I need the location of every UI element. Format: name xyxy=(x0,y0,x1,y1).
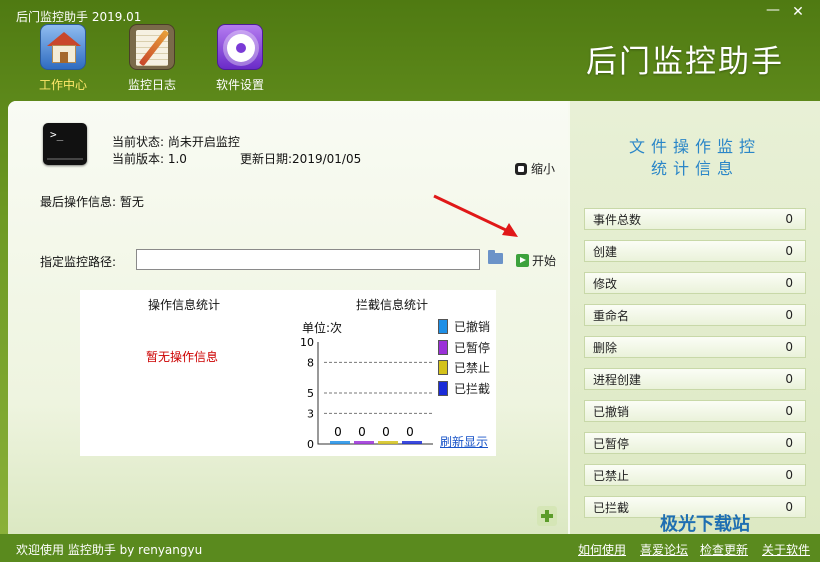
toolbar-monitor-log[interactable]: 监控日志 xyxy=(117,24,187,93)
terminal-icon: >_ xyxy=(43,123,87,165)
bar-value-label: 0 xyxy=(382,425,390,439)
minimize-view-icon xyxy=(515,162,527,175)
block-stats-chart: 0 3 5 8 10 0 0 0 0 xyxy=(300,336,433,451)
stat-label: 已撤销 xyxy=(593,404,630,419)
stat-value: 0 xyxy=(785,436,793,450)
stat-row: 重命名 0 xyxy=(584,304,806,326)
stat-value: 0 xyxy=(785,276,793,290)
y-tick-label: 8 xyxy=(307,356,314,369)
stat-row: 已暂停 0 xyxy=(584,432,806,454)
add-icon[interactable] xyxy=(537,506,557,526)
current-version: 当前版本: 1.0 xyxy=(112,152,187,166)
window-title: 后门监控助手 2019.01 xyxy=(16,10,142,24)
toolbar-label: 监控日志 xyxy=(127,78,176,92)
stat-label: 创建 xyxy=(593,244,618,259)
monitor-path-input[interactable] xyxy=(136,249,480,270)
minimize-view-label: 缩小 xyxy=(531,162,556,176)
bar-value-label: 0 xyxy=(334,425,342,439)
link-how-to-use[interactable]: 如何使用 xyxy=(578,541,626,558)
no-operation-text: 暂无操作信息 xyxy=(146,350,219,364)
legend-swatch xyxy=(438,381,448,396)
update-date: 更新日期:2019/01/05 xyxy=(240,152,362,166)
minimize-button[interactable]: — xyxy=(762,2,784,18)
stat-value: 0 xyxy=(785,340,793,354)
legend-item: 已暂停 xyxy=(438,339,490,356)
log-icon xyxy=(129,24,175,70)
path-label: 指定监控路径: xyxy=(40,255,117,269)
right-panel-title: 文件操作监控 统计信息 xyxy=(570,136,820,180)
folder-icon[interactable] xyxy=(488,250,503,264)
y-tick-label: 5 xyxy=(307,387,314,400)
bar-value-label: 0 xyxy=(358,425,366,439)
right-title-line1: 文件操作监控 xyxy=(628,137,761,156)
stat-value: 0 xyxy=(785,404,793,418)
stat-value: 0 xyxy=(785,212,793,226)
toolbar-label: 工作中心 xyxy=(38,78,87,92)
legend-label: 已暂停 xyxy=(454,341,491,355)
legend-item: 已拦截 xyxy=(438,380,490,397)
minimize-view-button[interactable]: 缩小 xyxy=(515,160,555,177)
toolbar-work-center[interactable]: 工作中心 xyxy=(28,24,98,93)
y-tick-label: 3 xyxy=(307,407,314,420)
stat-label: 进程创建 xyxy=(593,372,642,387)
stat-value: 0 xyxy=(785,244,793,258)
stat-row: 进程创建 0 xyxy=(584,368,806,390)
stat-label: 已禁止 xyxy=(593,468,630,483)
stat-label: 事件总数 xyxy=(593,212,642,227)
stat-label: 重命名 xyxy=(593,308,630,323)
stat-row: 修改 0 xyxy=(584,272,806,294)
welcome-text: 欢迎使用 监控助手 by renyangyu xyxy=(16,543,203,557)
toolbar-settings[interactable]: 软件设置 xyxy=(205,24,275,93)
legend-swatch xyxy=(438,360,448,375)
stat-value: 0 xyxy=(785,372,793,386)
start-button[interactable]: 开始 xyxy=(516,252,556,269)
home-icon xyxy=(40,24,86,70)
stat-label: 删除 xyxy=(593,340,618,355)
settings-icon xyxy=(217,24,263,70)
stat-row: 创建 0 xyxy=(584,240,806,262)
stat-row: 已撤销 0 xyxy=(584,400,806,422)
right-title-line2: 统计信息 xyxy=(650,159,739,178)
stat-value: 0 xyxy=(785,308,793,322)
status-bar: 欢迎使用 监控助手 by renyangyu 如何使用 喜爱论坛 检查更新 关于… xyxy=(0,534,820,562)
stat-row: 删除 0 xyxy=(584,336,806,358)
chart-bar xyxy=(354,441,374,444)
operation-stats-title: 操作信息统计 xyxy=(148,298,221,312)
red-arrow-annotation xyxy=(433,194,518,237)
legend-swatch xyxy=(438,340,448,355)
play-icon xyxy=(516,254,529,267)
toolbar-label: 软件设置 xyxy=(215,78,264,92)
stat-row: 事件总数 0 xyxy=(584,208,806,230)
legend-item: 已撤销 xyxy=(438,318,490,335)
refresh-display-link[interactable]: 刷新显示 xyxy=(440,433,488,450)
legend-label: 已拦截 xyxy=(454,382,491,396)
stat-label: 已拦截 xyxy=(593,500,630,515)
link-about[interactable]: 关于软件 xyxy=(762,541,810,558)
chart-bar xyxy=(330,441,350,444)
close-button[interactable]: ✕ xyxy=(787,4,809,20)
stat-label: 修改 xyxy=(593,276,618,291)
current-status: 当前状态: 尚未开启监控 xyxy=(112,135,240,149)
link-forum[interactable]: 喜爱论坛 xyxy=(640,541,688,558)
link-check-update[interactable]: 检查更新 xyxy=(700,541,748,558)
legend-label: 已撤销 xyxy=(454,320,491,334)
y-tick-label: 0 xyxy=(307,438,314,451)
stat-row: 已禁止 0 xyxy=(584,464,806,486)
app-window: 后门监控助手 2019.01 — ✕ 工作中心 监控日志 软件设置 后门监控助手… xyxy=(0,0,820,562)
stat-value: 0 xyxy=(785,468,793,482)
stat-label: 已暂停 xyxy=(593,436,630,451)
y-tick-label: 10 xyxy=(300,336,314,349)
legend-swatch xyxy=(438,319,448,334)
chart-bar xyxy=(378,441,398,444)
legend-item: 已禁止 xyxy=(438,359,490,376)
last-operation-info: 最后操作信息: 暂无 xyxy=(40,195,144,209)
bar-value-label: 0 xyxy=(406,425,414,439)
block-stats-title: 拦截信息统计 xyxy=(356,298,429,312)
start-label: 开始 xyxy=(532,254,557,268)
chart-bar xyxy=(402,441,422,444)
brand-title: 后门监控助手 xyxy=(586,44,784,80)
watermark-logo: 极光下载站 xyxy=(660,514,750,535)
legend-label: 已禁止 xyxy=(454,361,491,375)
